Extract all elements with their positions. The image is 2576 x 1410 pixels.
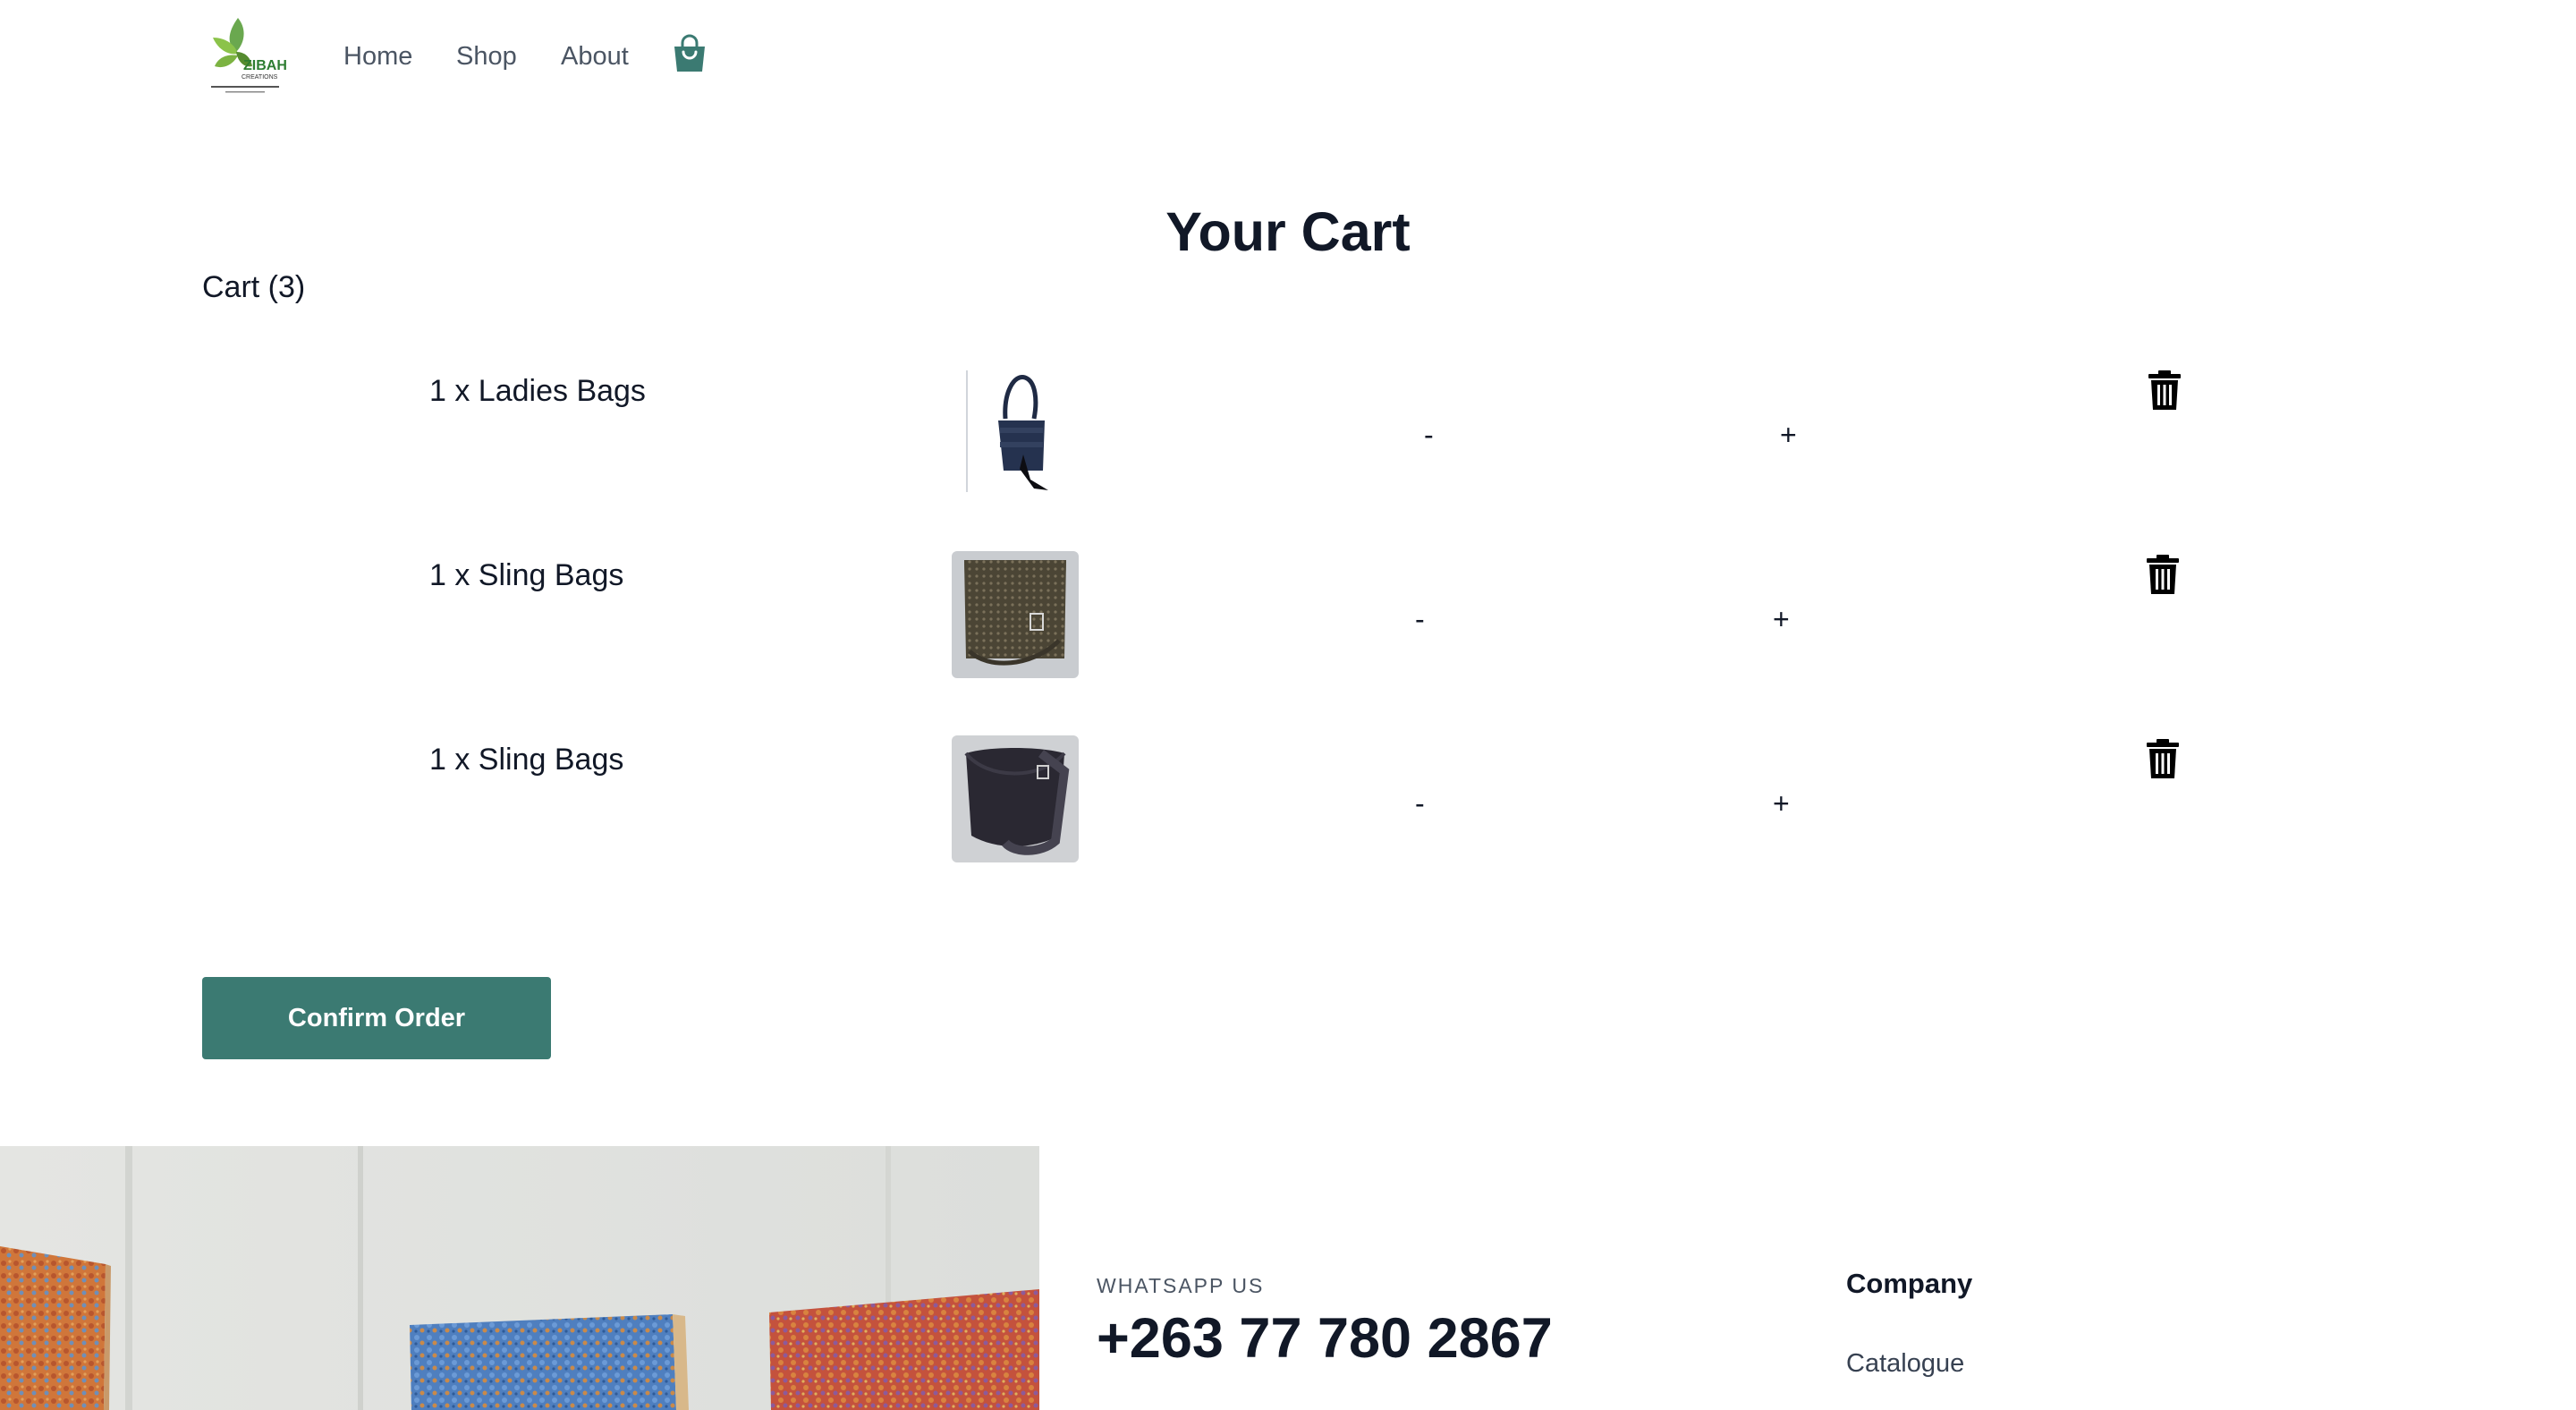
decrease-qty-button[interactable]: - (1424, 417, 1434, 453)
trash-icon[interactable] (2143, 737, 2182, 780)
decrease-qty-button[interactable]: - (1415, 601, 1425, 637)
cart-item-name: 1 x Sling Bags (429, 743, 624, 777)
cart-item-image (952, 551, 1079, 678)
increase-qty-button[interactable]: + (1773, 601, 1790, 637)
page-title: Your Cart (1165, 201, 1411, 262)
svg-text:ZIBAH: ZIBAH (243, 58, 287, 73)
nav-about[interactable]: About (561, 36, 629, 77)
trash-icon[interactable] (2145, 369, 2184, 412)
cart-item-name: 1 x Sling Bags (429, 558, 624, 592)
cart-item-image (952, 735, 1079, 862)
whatsapp-number[interactable]: +263 77 780 2867 (1097, 1303, 1553, 1374)
footer-link-catalogue[interactable]: Catalogue (1846, 1344, 1964, 1383)
nav-shop[interactable]: Shop (456, 36, 517, 77)
increase-qty-button[interactable]: + (1780, 417, 1797, 453)
company-heading: Company (1846, 1268, 1973, 1299)
nav-home[interactable]: Home (343, 36, 412, 77)
item-divider (966, 370, 968, 492)
confirm-order-button[interactable]: Confirm Order (202, 977, 551, 1059)
decrease-qty-button[interactable]: - (1415, 786, 1425, 821)
shopping-bag-icon[interactable] (669, 34, 710, 75)
cart-item-image (979, 365, 1066, 496)
svg-text:CREATIONS: CREATIONS (242, 74, 278, 81)
cart-item-name: 1 x Ladies Bags (429, 374, 646, 408)
cart-count: Cart (3) (202, 270, 306, 304)
increase-qty-button[interactable]: + (1773, 786, 1790, 821)
whatsapp-label: WHATSAPP US (1097, 1274, 1265, 1297)
gallery-image (0, 1146, 1039, 1410)
trash-icon[interactable] (2143, 553, 2182, 596)
brand-logo[interactable]: ZIBAH CREATIONS (202, 13, 288, 98)
